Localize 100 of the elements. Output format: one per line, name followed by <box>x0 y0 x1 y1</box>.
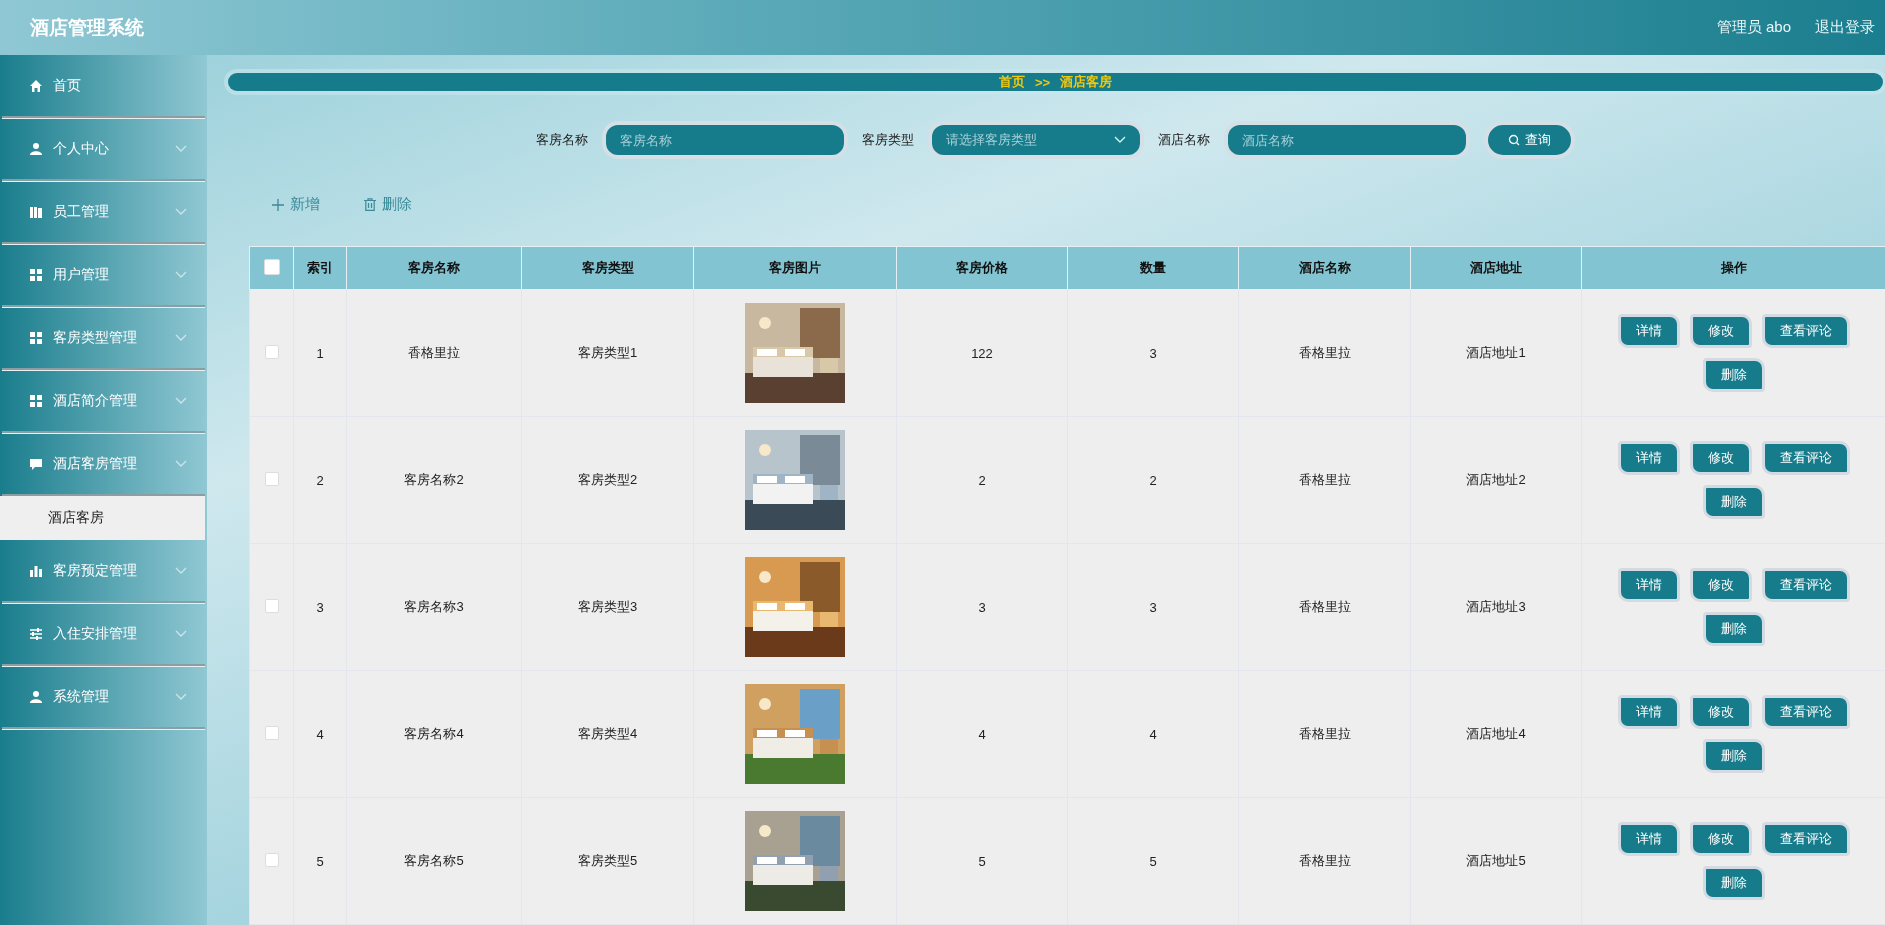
table-cell: 酒店地址1 <box>1410 289 1582 417</box>
chevron-icon <box>1114 136 1126 144</box>
table-cell: 5 <box>293 797 347 925</box>
table-cell: 4 <box>293 670 347 798</box>
table-cell: 客房类型3 <box>521 543 694 671</box>
search-icon <box>1508 134 1520 146</box>
column-header: 酒店名称 <box>1238 246 1411 290</box>
reviews-button[interactable]: 查看评论 <box>1761 441 1850 475</box>
delete-button[interactable]: 删除 <box>1702 739 1765 773</box>
table-cell: 客房类型5 <box>521 797 694 925</box>
delete-button[interactable]: 删除 <box>1702 866 1765 900</box>
breadcrumb-current: 酒店客房 <box>1060 73 1113 91</box>
table-cell: 客房名称4 <box>346 670 522 798</box>
checkbox[interactable] <box>264 471 279 486</box>
delete-button[interactable]: 删除 <box>1702 485 1765 519</box>
column-header: 酒店地址 <box>1410 246 1582 290</box>
delete-button[interactable]: 删除 <box>362 193 414 216</box>
sidebar-item[interactable]: 系统管理 <box>2 666 205 729</box>
reviews-button[interactable]: 查看评论 <box>1761 822 1850 856</box>
sidebar-item[interactable]: 入住安排管理 <box>2 603 205 666</box>
app-title: 酒店管理系统 <box>30 15 144 40</box>
bar-chart-icon <box>29 563 43 578</box>
table-cell: 3 <box>293 543 347 671</box>
delete-button[interactable]: 删除 <box>1702 358 1765 392</box>
table-cell: 酒店地址2 <box>1410 416 1582 544</box>
sidebar-item[interactable]: 用户管理 <box>2 244 205 307</box>
table-cell: 1 <box>293 289 347 417</box>
column-header: 客房类型 <box>521 246 694 290</box>
checkbox[interactable] <box>264 852 279 867</box>
input-field[interactable]: 酒店名称 <box>1224 121 1470 159</box>
grid-icon <box>29 267 43 282</box>
logout-link[interactable]: 退出登录 <box>1815 18 1875 37</box>
sidebar-item[interactable]: 个人中心 <box>2 118 205 181</box>
sidebar-item[interactable]: 首页 <box>2 55 205 118</box>
checkbox[interactable] <box>264 725 279 740</box>
plus-icon <box>272 198 284 211</box>
user-icon <box>29 141 43 156</box>
chat-icon <box>29 456 43 471</box>
details-button[interactable]: 详情 <box>1617 568 1680 602</box>
table-cell: 2 <box>896 416 1068 544</box>
details-button[interactable]: 详情 <box>1617 822 1680 856</box>
column-header: 索引 <box>293 246 347 290</box>
breadcrumb-link[interactable]: 首页 <box>998 73 1025 91</box>
table-cell: 2 <box>293 416 347 544</box>
add-button[interactable]: 新增 <box>270 193 322 216</box>
table-cell: 香格里拉 <box>1238 289 1411 417</box>
table-cell: 客房名称2 <box>346 416 522 544</box>
user-name: 管理员 abo <box>1716 18 1791 37</box>
table-cell: 香格里拉 <box>1238 670 1411 798</box>
grid-icon <box>29 393 43 408</box>
table-cell: 5 <box>1067 797 1239 925</box>
delete-button[interactable]: 删除 <box>1702 612 1765 646</box>
table-cell: 香格里拉 <box>1238 543 1411 671</box>
table-cell: 4 <box>896 670 1068 798</box>
reviews-button[interactable]: 查看评论 <box>1761 695 1850 729</box>
table-cell: 客房类型4 <box>521 670 694 798</box>
sidebar-item[interactable]: 客房预定管理 <box>2 540 205 603</box>
sidebar-item[interactable]: 员工管理 <box>2 181 205 244</box>
select-field[interactable]: 请选择客房类型 <box>928 121 1144 159</box>
table-cell: 2 <box>1067 416 1239 544</box>
field-label: 酒店名称 <box>1158 131 1210 149</box>
submenu-item[interactable]: 酒店客房 <box>0 496 205 540</box>
edit-button[interactable]: 修改 <box>1689 695 1752 729</box>
table-cell: 3 <box>1067 289 1239 417</box>
field-label: 客房名称 <box>536 131 588 149</box>
column-header: 数量 <box>1067 246 1239 290</box>
books-icon <box>29 204 43 219</box>
trash-icon <box>364 198 376 211</box>
checkbox[interactable] <box>264 344 279 359</box>
edit-button[interactable]: 修改 <box>1689 314 1752 348</box>
grid-icon <box>29 330 43 345</box>
table-cell: 酒店地址4 <box>1410 670 1582 798</box>
sidebar-item[interactable]: 客房类型管理 <box>2 307 205 370</box>
table-cell: 5 <box>896 797 1068 925</box>
details-button[interactable]: 详情 <box>1617 441 1680 475</box>
edit-button[interactable]: 修改 <box>1689 568 1752 602</box>
column-header: 客房名称 <box>346 246 522 290</box>
input-field[interactable]: 客房名称 <box>602 121 848 159</box>
details-button[interactable]: 详情 <box>1617 695 1680 729</box>
table-cell: 3 <box>1067 543 1239 671</box>
table-cell: 3 <box>896 543 1068 671</box>
table-cell: 香格里拉 <box>346 289 522 417</box>
checkbox[interactable] <box>263 258 280 275</box>
user-icon <box>29 689 43 704</box>
home-icon <box>29 78 43 93</box>
checkbox[interactable] <box>264 598 279 613</box>
table-cell: 香格里拉 <box>1238 416 1411 544</box>
edit-button[interactable]: 修改 <box>1689 441 1752 475</box>
details-button[interactable]: 详情 <box>1617 314 1680 348</box>
reviews-button[interactable]: 查看评论 <box>1761 314 1850 348</box>
edit-button[interactable]: 修改 <box>1689 822 1752 856</box>
table-cell: 122 <box>896 289 1068 417</box>
reviews-button[interactable]: 查看评论 <box>1761 568 1850 602</box>
column-header: 客房图片 <box>693 246 897 290</box>
breadcrumb-separator: >> <box>1034 74 1051 90</box>
column-header: 操作 <box>1581 246 1885 290</box>
table-cell: 酒店地址3 <box>1410 543 1582 671</box>
search-button[interactable]: 查询 <box>1484 121 1575 159</box>
table-cell: 客房名称5 <box>346 797 522 925</box>
sidebar-item[interactable]: 酒店简介管理 <box>2 370 205 433</box>
